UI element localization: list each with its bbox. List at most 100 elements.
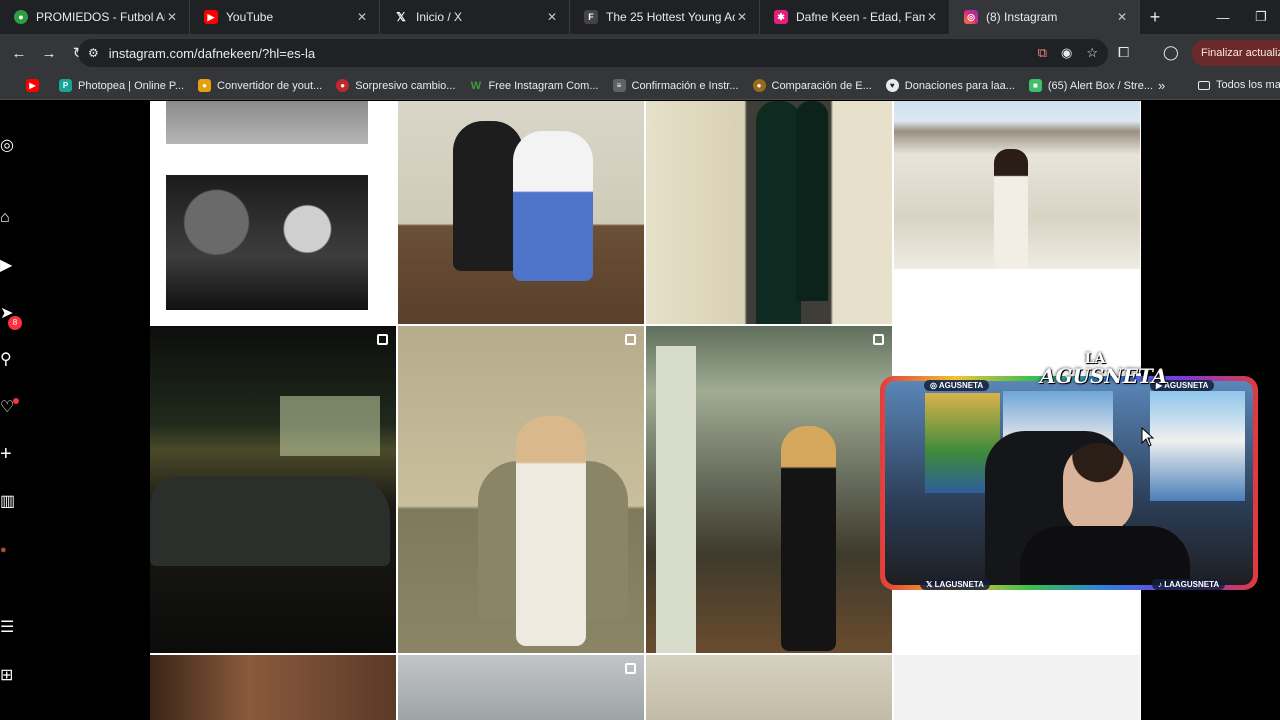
instagram-icon: ◎	[964, 10, 978, 24]
post-tile[interactable]	[646, 101, 892, 324]
bookmark-label: Free Instagram Com...	[488, 79, 599, 92]
poster-right	[1150, 391, 1245, 501]
promiedos-icon: ●	[14, 10, 28, 24]
instagram-logo-icon[interactable]: ◎	[0, 137, 18, 155]
post-tile[interactable]	[150, 326, 396, 653]
extensions-icon[interactable]: ⧠	[1118, 44, 1129, 61]
close-icon[interactable]: ✕	[735, 10, 749, 24]
bookmark-folder-all[interactable]: Todos los mar	[1198, 79, 1280, 91]
profile-icon[interactable]: ●	[0, 541, 18, 559]
bookmark-folder-label: Todos los mar	[1216, 79, 1280, 91]
notification-dot	[13, 398, 19, 404]
bookmark-star-icon[interactable]: ☆	[1086, 45, 1098, 61]
page-icon: F	[584, 10, 598, 24]
youtube-icon: ▶	[26, 79, 39, 92]
profile-icon[interactable]: ◯	[1163, 44, 1179, 61]
bookmark-donaciones[interactable]: ♥ Donaciones para laa...	[885, 79, 1015, 92]
post-tile[interactable]	[150, 655, 396, 720]
bookmark-label: Confirmación e Instr...	[631, 79, 739, 92]
webcam-overlay: ◎ AGUSNETA ▶ AGUSNETA 𝕏 LAGUSNETA ♪ LAAG…	[880, 376, 1258, 590]
close-icon[interactable]: ✕	[355, 10, 369, 24]
search-icon[interactable]: ⚲	[0, 351, 18, 369]
address-url[interactable]: instagram.com/dafnekeen/?hl=es-la	[109, 46, 315, 61]
doc-icon: ≡	[612, 79, 626, 92]
eye-off-icon[interactable]: ◉	[1061, 45, 1072, 61]
carousel-icon	[625, 663, 636, 674]
tag-text: LAGUSNETA	[934, 580, 984, 589]
instagram-sidebar: ◎ ⌂ ▶ ➤ 8 ⚲ ♡ + ▥ ● ☰ ⊞	[0, 101, 30, 720]
photopea-icon: P	[59, 79, 72, 92]
post-tile[interactable]	[398, 326, 644, 653]
menu-icon[interactable]: ☰	[0, 619, 18, 637]
close-icon[interactable]: ✕	[925, 10, 939, 24]
bookmark-alertbox[interactable]: ■ (65) Alert Box / Stre...	[1028, 79, 1153, 92]
tab-youtube[interactable]: ▶ YouTube ✕	[190, 0, 380, 34]
bookmark-convertidor[interactable]: ● Convertidor de yout...	[198, 79, 322, 92]
forward-icon[interactable]: →	[34, 45, 64, 62]
post-image	[796, 101, 828, 301]
window-controls: — ❐	[1204, 0, 1280, 34]
bookmark-photopea[interactable]: P Photopea | Online P...	[59, 79, 184, 92]
close-icon[interactable]: ✕	[165, 10, 179, 24]
messages-badge: 8	[8, 316, 22, 330]
reels-icon[interactable]: ▶	[0, 257, 18, 275]
youtube-icon: ▶	[204, 10, 218, 24]
webcam-video	[885, 381, 1253, 585]
bookmark-comparacion[interactable]: ● Comparación de E...	[752, 79, 872, 92]
close-icon[interactable]: ✕	[545, 10, 559, 24]
dashboard-icon[interactable]: ▥	[0, 493, 18, 511]
bookmark-label: Photopea | Online P...	[78, 79, 185, 92]
more-icon[interactable]: ⊞	[0, 667, 18, 685]
post-tile[interactable]	[894, 655, 1140, 720]
minimize-icon[interactable]: —	[1204, 10, 1242, 25]
bookmark-free-instagram[interactable]: W Free Instagram Com...	[469, 79, 599, 92]
bookmark-confirmacion[interactable]: ≡ Confirmación e Instr...	[612, 79, 739, 92]
post-image	[994, 149, 1028, 269]
tab-dafne-keen[interactable]: ✱ Dafne Keen - Edad, Familia, I ✕	[760, 0, 950, 34]
back-icon[interactable]: ←	[4, 45, 34, 62]
address-bar[interactable]: ⚙ instagram.com/dafnekeen/?hl=es-la ⧉ ◉ …	[78, 39, 1108, 67]
carousel-icon	[625, 334, 636, 345]
post-image	[150, 476, 390, 566]
bee-icon: ●	[198, 79, 212, 92]
w-icon: W	[470, 79, 482, 92]
bookmark-label: Sorpresivo cambio...	[355, 79, 456, 92]
post-tile[interactable]	[646, 655, 892, 720]
post-tile[interactable]	[398, 101, 644, 324]
post-tile[interactable]	[894, 101, 1140, 324]
update-button[interactable]: Finalizar actualiza	[1192, 40, 1280, 66]
tab-strip: ● PROMIEDOS - Futbol Argent ✕ ▶ YouTube …	[0, 0, 1280, 34]
post-tile[interactable]	[150, 101, 396, 324]
tag-text: LAAGUSNETA	[1164, 580, 1220, 589]
bookmark-youtube[interactable]: ▶	[26, 79, 45, 92]
post-image	[756, 101, 801, 324]
home-icon[interactable]: ⌂	[0, 209, 18, 227]
tiktok-handle-tag: ♪ LAAGUSNETA	[1152, 579, 1226, 590]
maximize-icon[interactable]: ❐	[1242, 9, 1280, 25]
browser-toolbar: ← → ↻ ⚙ instagram.com/dafnekeen/?hl=es-l…	[0, 34, 1280, 72]
site-settings-icon[interactable]: ⚙	[88, 46, 99, 60]
post-tile[interactable]	[646, 326, 892, 653]
streamer-head	[1063, 443, 1133, 533]
bookmark-sorpresivo[interactable]: ● Sorpresivo cambio...	[336, 79, 455, 92]
tab-title: Inicio / X	[416, 10, 463, 24]
bookmarks-bar: ▶ P Photopea | Online P... ● Convertidor…	[0, 72, 1280, 100]
screen-share-icon[interactable]: ⧉	[1038, 45, 1047, 61]
mouse-cursor-icon	[1141, 427, 1155, 447]
new-tab-button[interactable]: +	[1140, 7, 1170, 28]
close-icon[interactable]: ✕	[1115, 10, 1129, 24]
post-image	[516, 416, 586, 646]
post-image	[166, 101, 368, 144]
post-tile[interactable]	[398, 655, 644, 720]
tab-instagram[interactable]: ◎ (8) Instagram ✕	[950, 0, 1140, 34]
tab-hottest-actresses[interactable]: F The 25 Hottest Young Actres ✕	[570, 0, 760, 34]
create-icon[interactable]: +	[0, 444, 18, 464]
globe-icon: ●	[336, 79, 350, 92]
tab-title: PROMIEDOS - Futbol Argent	[36, 10, 165, 24]
tab-x[interactable]: 𝕏 Inicio / X ✕	[380, 0, 570, 34]
star-icon: ✱	[774, 10, 788, 24]
tab-promiedos[interactable]: ● PROMIEDOS - Futbol Argent ✕	[0, 0, 190, 34]
chevron-double-right-icon[interactable]: »	[1158, 78, 1165, 93]
carousel-icon	[377, 334, 388, 345]
circle-icon: ●	[752, 79, 766, 92]
